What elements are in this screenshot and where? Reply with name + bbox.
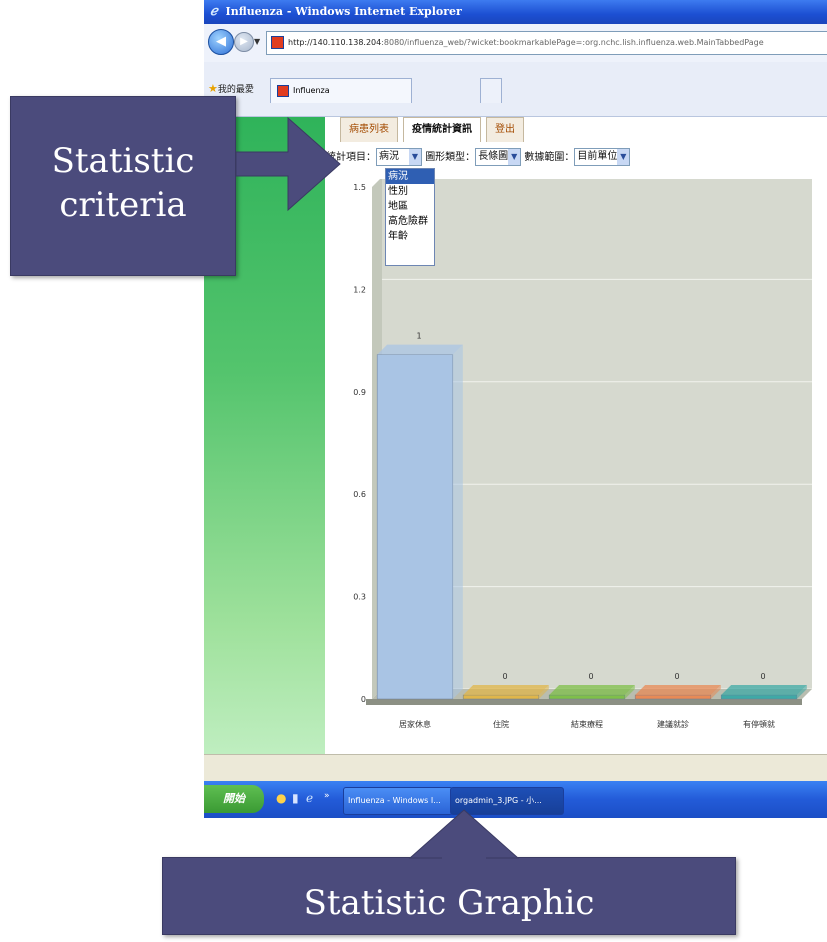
- dropdown-option[interactable]: 性別: [386, 184, 434, 199]
- start-button[interactable]: 開始: [204, 785, 264, 813]
- bar: [462, 694, 540, 700]
- start-label: 開始: [223, 792, 245, 805]
- tabs-bar: ★我的最愛 Influenza: [204, 62, 827, 117]
- statistic-graphic-callout: Statistic Graphic: [162, 857, 736, 935]
- star-icon: ★: [208, 82, 218, 95]
- bar-top: [377, 344, 463, 355]
- tab-label: 病患列表: [349, 124, 389, 135]
- arrow-up-icon: [408, 809, 520, 860]
- favorites-label: 我的最愛: [217, 85, 254, 95]
- favorites-button[interactable]: ★我的最愛: [208, 82, 254, 95]
- statistic-criteria-callout: Statistic criteria: [10, 96, 236, 276]
- bar-value-label: 0: [588, 672, 593, 681]
- dropdown-option[interactable]: 年齡: [386, 229, 434, 244]
- browser-tab-label: Influenza: [293, 86, 330, 95]
- history-dropdown-icon[interactable]: ▼: [254, 37, 260, 46]
- ie-icon[interactable]: ℯ: [306, 791, 313, 805]
- taskbar-item-label: orgadmin_3.JPG - 小...: [455, 796, 542, 805]
- status-bar: [204, 754, 827, 781]
- item-select-value: 病況: [379, 151, 399, 162]
- tab-label: 疫情統計資訊: [412, 124, 472, 135]
- y-tick-label: 1.2: [353, 285, 366, 294]
- bar-top: [635, 685, 721, 695]
- bar-side: [452, 344, 463, 699]
- dropdown-option[interactable]: 高危險群: [386, 214, 434, 229]
- callout-text-line2: criteria: [59, 185, 187, 225]
- overflow-icon[interactable]: »: [324, 791, 330, 801]
- tab-patient-list[interactable]: 病患列表: [340, 117, 398, 142]
- dropdown-option[interactable]: 地區: [386, 199, 434, 214]
- page-icon: [271, 36, 284, 49]
- forward-icon[interactable]: ▶: [234, 32, 254, 52]
- statistic-criteria-row: 統計項目： 病況 ▼ 圖形類型： 長條圖 ▼ 數據範圍： 目前單位 ▼: [326, 148, 631, 168]
- bar-top: [463, 685, 549, 695]
- address-bar: ◀ ▶ ▼ http://140.110.138.204:8080/influe…: [204, 24, 827, 63]
- y-tick-label: 0.9: [353, 388, 366, 397]
- bar: [548, 694, 626, 700]
- bar-top: [549, 685, 635, 695]
- tab-logout[interactable]: 登出: [486, 117, 524, 142]
- bar-value-label: 0: [502, 672, 507, 681]
- quick-launch-icon[interactable]: ▮: [292, 791, 299, 805]
- url-host: http://140.110.138.204: [288, 38, 382, 47]
- dropdown-option[interactable]: 病況: [386, 169, 434, 184]
- page-content: 病患列表 疫情統計資訊 登出 統計項目： 病況 ▼ 圖形類型： 長條圖 ▼ 數據範圍：目…: [204, 117, 827, 754]
- window-title-bar: ℯ Influenza - Windows Internet Explorer: [204, 0, 827, 24]
- bar: [720, 694, 798, 700]
- new-tab-button[interactable]: [480, 78, 502, 103]
- x-tick-label: 居家休息: [399, 719, 431, 729]
- chevron-down-icon: ▼: [617, 149, 630, 165]
- y-tick-label: 0: [361, 695, 366, 704]
- type-label: 圖形類型：: [425, 152, 476, 163]
- range-select[interactable]: 目前單位 ▼: [574, 148, 631, 166]
- plot-base: [366, 699, 802, 705]
- url-path: :8080/influenza_web/?wicket:bookmarkable…: [381, 38, 764, 47]
- chevron-down-icon: ▼: [409, 149, 421, 165]
- bar-top: [721, 685, 807, 695]
- y-tick-label: 0.3: [353, 593, 366, 602]
- bar: [634, 694, 712, 700]
- bar-value-label: 0: [760, 672, 765, 681]
- x-tick-label: 有停頓就: [743, 719, 775, 729]
- page-icon: [277, 84, 289, 97]
- back-icon[interactable]: ◀: [208, 29, 234, 55]
- window-title: Influenza - Windows Internet Explorer: [225, 5, 462, 18]
- url-field[interactable]: http://140.110.138.204:8080/influenza_we…: [266, 31, 827, 55]
- range-label: 數據範圍：: [524, 152, 575, 163]
- x-tick-label: 結束療程: [571, 719, 603, 729]
- taskbar-item-label: Influenza - Windows I...: [348, 796, 441, 805]
- y-tick-label: 0.6: [353, 490, 366, 499]
- callout-text-line1: Statistic: [51, 141, 195, 181]
- arrow-right-icon: [235, 116, 341, 212]
- chevron-down-icon: ▼: [508, 149, 521, 165]
- type-select-value: 長條圖: [478, 151, 509, 162]
- type-select[interactable]: 長條圖 ▼: [475, 148, 522, 166]
- x-tick-label: 住院: [493, 719, 509, 729]
- ie-icon: ℯ: [210, 4, 218, 19]
- item-select[interactable]: 病況 ▼: [376, 148, 422, 166]
- tab-epidemic-statistics[interactable]: 疫情統計資訊: [403, 117, 481, 142]
- range-select-value: 目前單位: [577, 151, 618, 162]
- x-tick-label: 建議就診: [657, 719, 689, 729]
- bar: [376, 354, 454, 700]
- callout-text: Statistic Graphic: [303, 883, 595, 923]
- bar-value-label: 1: [416, 332, 421, 341]
- item-dropdown-list: 病況 性別 地區 高危險群 年齡: [385, 168, 435, 266]
- y-tick-label: 1.5: [353, 183, 366, 192]
- tab-label: 登出: [495, 124, 515, 135]
- quick-launch-icon[interactable]: ●: [276, 791, 286, 805]
- bar-value-label: 0: [674, 672, 679, 681]
- browser-tab[interactable]: Influenza: [270, 78, 412, 103]
